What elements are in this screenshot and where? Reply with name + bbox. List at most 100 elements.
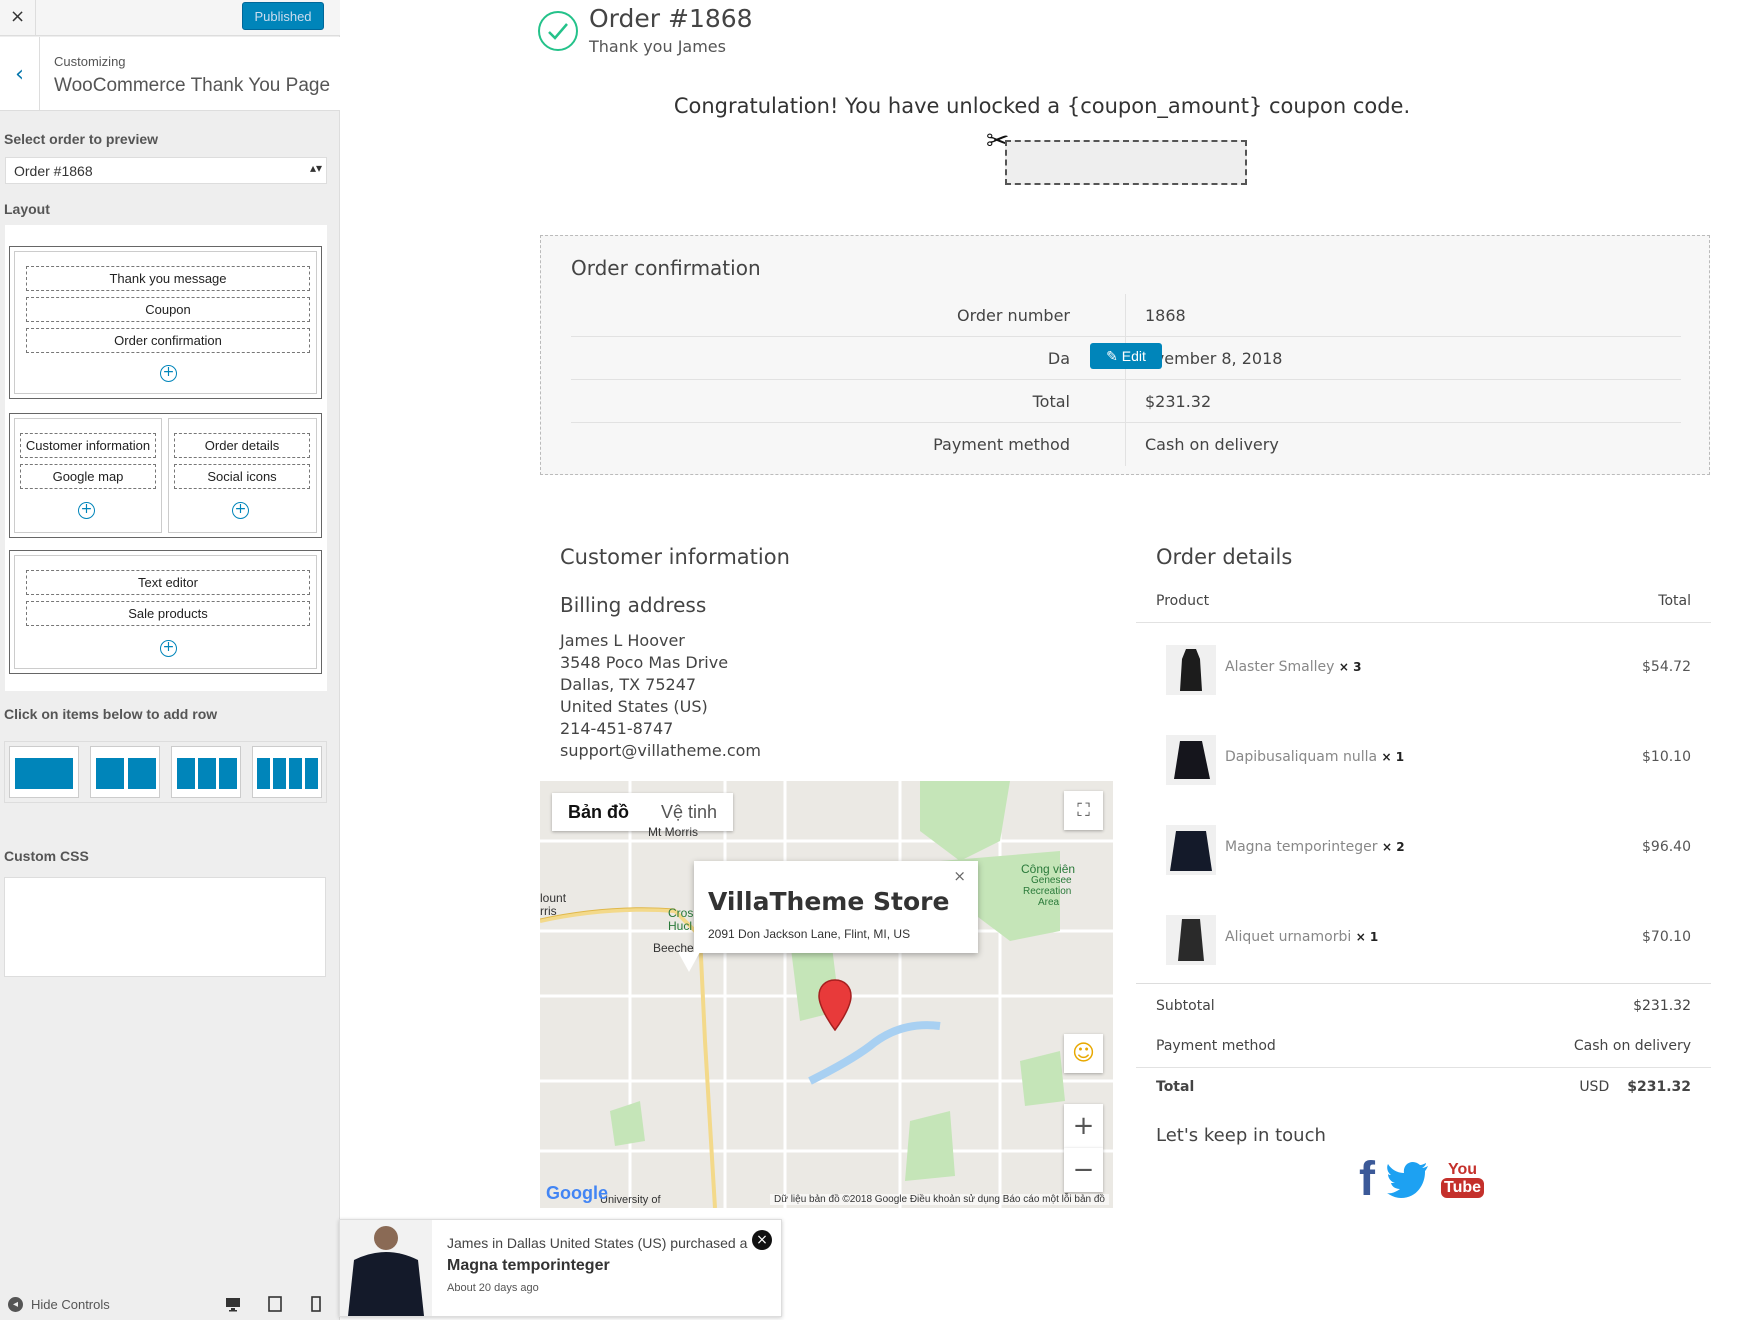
- layout-row-1[interactable]: Thank you message Coupon Order confirmat…: [9, 246, 322, 399]
- notification-product[interactable]: Magna temporinteger: [447, 1257, 610, 1275]
- select-arrows-icon: ▴▾: [309, 161, 322, 175]
- map-pin-icon[interactable]: [818, 979, 852, 1031]
- product-image[interactable]: [1166, 915, 1216, 965]
- add-item-icon[interactable]: +: [78, 502, 95, 519]
- billing-address-title: Billing address: [560, 593, 707, 617]
- layout-item-social-icons[interactable]: Social icons: [174, 464, 310, 489]
- zoom-out-button[interactable]: −: [1064, 1148, 1103, 1192]
- add-row-4-columns[interactable]: [252, 746, 322, 798]
- product-row: Aliquet urnamorbi × 1 $70.10: [1136, 893, 1711, 983]
- product-name-cell: Dapibusaliquam nulla × 1: [1225, 749, 1404, 765]
- confirmation-value: ovember 8, 2018: [1145, 349, 1283, 368]
- sidebar-footer: ◂ Hide Controls: [0, 1280, 340, 1320]
- layout-item-text-editor[interactable]: Text editor: [26, 570, 310, 595]
- product-name[interactable]: Dapibusaliquam nulla: [1225, 749, 1377, 765]
- map-attribution[interactable]: Dữ liệu bản đồ ©2018 Google Điều khoản s…: [770, 1194, 1109, 1205]
- info-window-tail: [678, 952, 700, 972]
- add-row-3-columns[interactable]: [171, 746, 241, 798]
- social-icons: f You Tube: [1359, 1156, 1485, 1204]
- google-map[interactable]: Bản đồ Vệ tinh ⛶ ☺ + − Mt Morris lount r…: [540, 781, 1113, 1208]
- close-icon[interactable]: ×: [953, 867, 966, 885]
- youtube-you: You: [1447, 1161, 1478, 1178]
- sales-notification[interactable]: James in Dallas United States (US) purch…: [339, 1219, 782, 1317]
- add-item-icon[interactable]: +: [232, 502, 249, 519]
- back-icon[interactable]: ‹: [0, 37, 40, 111]
- order-select[interactable]: Order #1868 ▴▾: [5, 157, 327, 184]
- close-icon[interactable]: ×: [0, 0, 36, 36]
- customizing-label: Customizing: [54, 54, 126, 69]
- subtotal-label: Subtotal: [1156, 998, 1215, 1014]
- subtotal-row: Subtotal $231.32: [1136, 988, 1711, 1028]
- collapse-icon: ◂: [8, 1297, 23, 1312]
- layout-row-2[interactable]: Customer information Google map + Order …: [9, 413, 322, 538]
- close-icon[interactable]: ×: [752, 1230, 772, 1250]
- product-name-cell: Aliquet urnamorbi × 1: [1225, 929, 1378, 945]
- column-block: [177, 758, 195, 789]
- add-row-1-column[interactable]: [9, 746, 79, 798]
- order-title: Order #1868: [589, 4, 753, 33]
- street-view-icon[interactable]: ☺: [1064, 1034, 1103, 1073]
- tablet-preview-icon[interactable]: [267, 1296, 283, 1312]
- twitter-icon[interactable]: [1386, 1162, 1429, 1198]
- tab-map[interactable]: Bản đồ: [552, 793, 645, 831]
- layout-item-sale-products[interactable]: Sale products: [26, 601, 310, 626]
- layout-item-order-details[interactable]: Order details: [174, 433, 310, 458]
- total-label: Total: [1156, 1079, 1195, 1095]
- product-row: Dapibusaliquam nulla × 1 $10.10: [1136, 713, 1711, 803]
- map-info-window: VillaTheme Store 2091 Don Jackson Lane, …: [694, 861, 978, 953]
- layout-row-2-col-1: Customer information Google map +: [14, 418, 162, 533]
- google-logo: Google: [546, 1183, 608, 1204]
- hide-controls-button[interactable]: ◂ Hide Controls: [8, 1297, 110, 1312]
- product-name[interactable]: Aliquet urnamorbi: [1225, 929, 1351, 945]
- total-row: Total USD $231.32: [1136, 1069, 1711, 1109]
- product-row: Alaster Smalley × 3 $54.72: [1136, 623, 1711, 713]
- layout-item-coupon[interactable]: Coupon: [26, 297, 310, 322]
- map-type-tabs: Bản đồ Vệ tinh: [552, 793, 734, 831]
- custom-css-textarea[interactable]: [4, 877, 326, 977]
- mobile-preview-icon[interactable]: [308, 1296, 324, 1312]
- zoom-in-button[interactable]: +: [1064, 1104, 1103, 1148]
- layout-item-google-map[interactable]: Google map: [20, 464, 156, 489]
- edit-icon: ✎: [1106, 347, 1118, 364]
- layout-item-customer-information[interactable]: Customer information: [20, 433, 156, 458]
- notification-product-image[interactable]: [340, 1220, 432, 1316]
- product-image[interactable]: [1166, 825, 1216, 875]
- product-name[interactable]: Alaster Smalley: [1225, 659, 1334, 675]
- map-label: rris: [540, 904, 557, 918]
- map-label: lount: [540, 891, 567, 905]
- currency: USD: [1579, 1079, 1610, 1095]
- product-price: $70.10: [1642, 929, 1691, 945]
- product-image[interactable]: [1166, 645, 1216, 695]
- confirmation-key: Order number: [957, 306, 1070, 325]
- product-price: $10.10: [1642, 749, 1691, 765]
- add-item-icon[interactable]: +: [160, 640, 177, 657]
- layout-item-order-confirmation[interactable]: Order confirmation: [26, 328, 310, 353]
- address-line: Dallas, TX 75247: [560, 675, 697, 694]
- edit-button[interactable]: ✎ Edit: [1090, 343, 1162, 369]
- google-wordmark: Google: [546, 1183, 608, 1203]
- published-button[interactable]: Published: [242, 2, 324, 30]
- map-label: Công viên: [1021, 862, 1076, 876]
- confirmation-key: Da: [1047, 349, 1070, 368]
- column-product: Product: [1156, 593, 1210, 609]
- divider: [1136, 983, 1711, 984]
- confirmation-row: Payment method Cash on delivery: [571, 423, 1681, 466]
- product-name[interactable]: Magna temporinteger: [1225, 839, 1378, 855]
- map-label: Mt Morris: [648, 825, 698, 839]
- layout-row-3[interactable]: Text editor Sale products +: [9, 550, 322, 674]
- product-row: Magna temporinteger × 2 $96.40: [1136, 803, 1711, 893]
- thank-you-message: Thank you James: [589, 37, 726, 56]
- facebook-icon[interactable]: f: [1359, 1156, 1375, 1204]
- column-block: [219, 758, 237, 789]
- column-block: [273, 758, 286, 789]
- product-image[interactable]: [1166, 735, 1216, 785]
- add-item-icon[interactable]: +: [160, 365, 177, 382]
- add-row-2-columns[interactable]: [90, 746, 160, 798]
- desktop-preview-icon[interactable]: [225, 1296, 241, 1312]
- fullscreen-icon[interactable]: ⛶: [1064, 791, 1103, 830]
- product-price: $96.40: [1642, 839, 1691, 855]
- layout-row-2-col-2: Order details Social icons +: [168, 418, 317, 533]
- youtube-icon[interactable]: You Tube: [1440, 1161, 1485, 1198]
- layout-item-thank-you[interactable]: Thank you message: [26, 266, 310, 291]
- select-order-label: Select order to preview: [4, 131, 159, 147]
